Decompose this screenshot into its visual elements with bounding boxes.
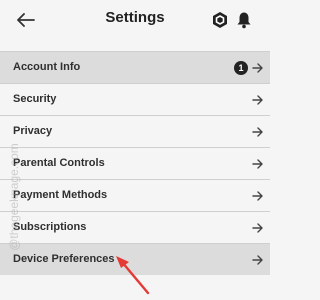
settings-item-label: Parental Controls <box>13 157 105 169</box>
settings-item-privacy[interactable]: Privacy <box>0 115 270 147</box>
notification-badge: 1 <box>234 61 248 75</box>
settings-item-label: Account Info <box>13 61 81 73</box>
chevron-right-icon <box>252 255 263 265</box>
settings-item-account-info[interactable]: Account Info 1 <box>0 51 270 83</box>
settings-item-label: Subscriptions <box>13 221 87 233</box>
settings-item-parental-controls[interactable]: Parental Controls <box>0 147 270 179</box>
chevron-right-icon <box>252 95 263 105</box>
app-header: Settings <box>0 0 270 50</box>
robux-button[interactable] <box>210 10 230 30</box>
robux-icon <box>213 12 227 28</box>
bell-icon <box>237 12 251 29</box>
settings-item-label: Payment Methods <box>13 189 108 201</box>
settings-item-payment-methods[interactable]: Payment Methods <box>0 179 270 211</box>
settings-item-label: Device Preferences <box>13 253 115 265</box>
chevron-right-icon <box>252 159 263 169</box>
chevron-right-icon <box>252 63 263 73</box>
settings-item-label: Security <box>13 93 57 105</box>
settings-item-security[interactable]: Security <box>0 83 270 115</box>
settings-item-label: Privacy <box>13 125 53 137</box>
settings-item-device-preferences[interactable]: Device Preferences <box>0 243 270 275</box>
settings-item-subscriptions[interactable]: Subscriptions <box>0 211 270 243</box>
chevron-right-icon <box>252 191 263 201</box>
notifications-button[interactable] <box>234 9 254 31</box>
chevron-right-icon <box>252 223 263 233</box>
settings-list: Account Info 1 Security Privacy Parental… <box>0 51 270 275</box>
chevron-right-icon <box>252 127 263 137</box>
